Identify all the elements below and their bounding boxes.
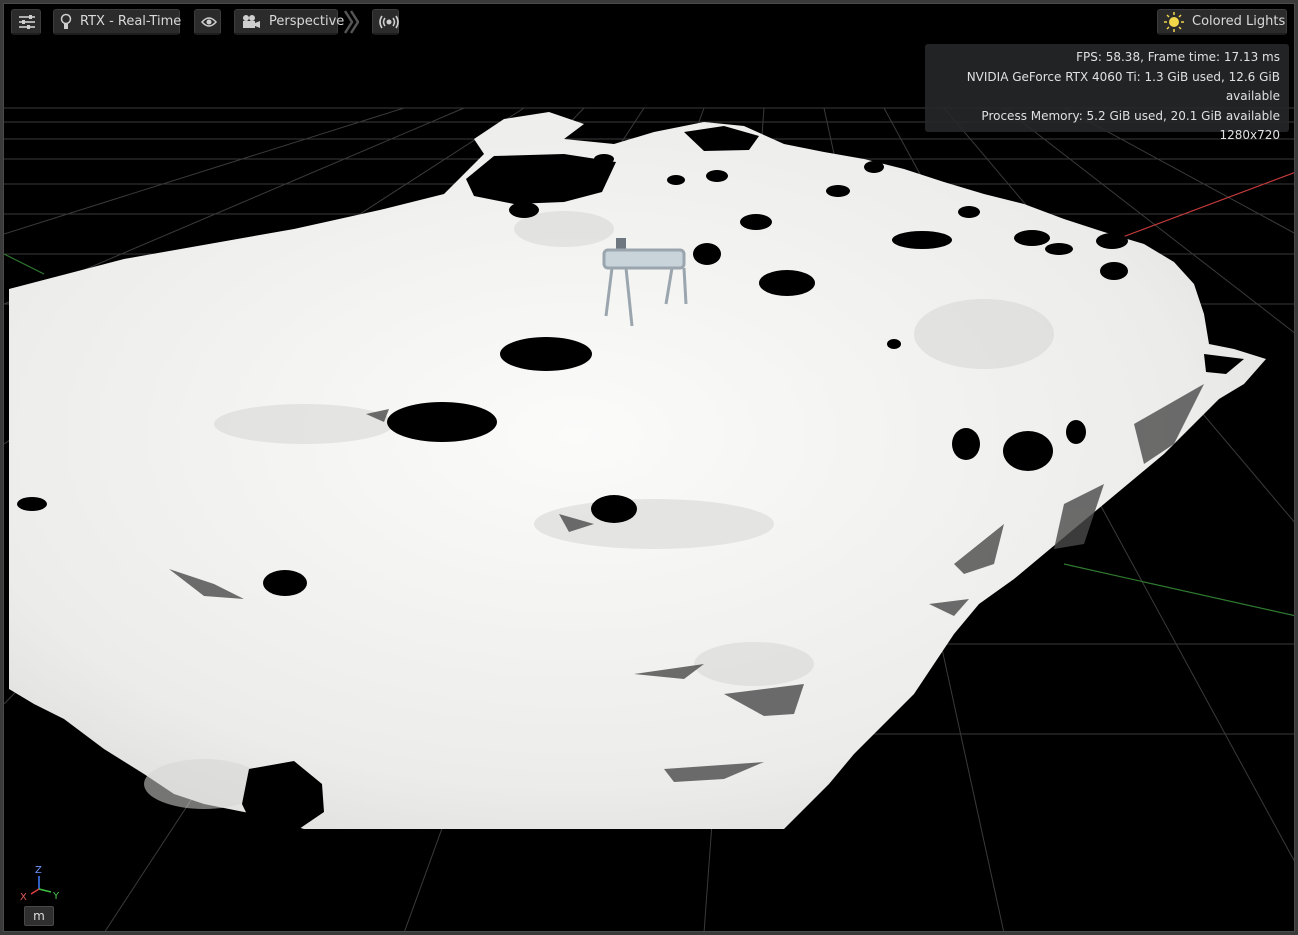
terrain-mesh [9,112,1266,829]
camera-dropdown[interactable]: Perspective [234,9,344,35]
gpu-memory-readout: NVIDIA GeForce RTX 4060 Ti: 1.3 GiB used… [966,69,1280,104]
fps-readout: FPS: 58.38, Frame time: 17.13 ms [1076,50,1280,64]
lighting-mode-label: Colored Lights [1192,14,1286,29]
sun-icon [1164,11,1184,32]
render-mode-dropdown[interactable]: RTX - Real-Time [53,9,182,35]
units-button[interactable]: m [24,906,54,926]
double-chevron-right-icon[interactable] [343,9,360,35]
axis-x-label: X [20,892,27,902]
sliders-icon [18,14,36,30]
broadcast-icon [379,15,399,29]
camera-icon [241,14,261,30]
lightbulb-icon [60,13,72,31]
axis-line-green-2 [1063,563,1294,617]
axis-gizmo: Z X Y [20,865,60,902]
camera-label: Perspective [269,14,345,29]
axis-y-label: Y [52,891,60,902]
viewport-settings-button[interactable] [11,9,41,35]
axis-z-label: Z [35,865,42,876]
visibility-button[interactable] [194,9,221,35]
viewport[interactable]: RTX - Real-Time Perspective Colored Ligh… [3,3,1295,932]
resolution-readout: 1280x720 [1219,128,1280,142]
viewport-toolbar: RTX - Real-Time Perspective Colored Ligh… [9,9,1289,37]
lighting-mode-dropdown[interactable]: Colored Lights [1157,9,1287,35]
eye-icon [201,16,217,28]
broadcast-button[interactable] [372,9,399,35]
axis-line-green [4,253,45,275]
performance-stats-panel: FPS: 58.38, Frame time: 17.13 ms NVIDIA … [925,44,1289,142]
process-memory-readout: Process Memory: 5.2 GiB used, 20.1 GiB a… [981,108,1280,123]
render-mode-label: RTX - Real-Time [80,14,182,29]
